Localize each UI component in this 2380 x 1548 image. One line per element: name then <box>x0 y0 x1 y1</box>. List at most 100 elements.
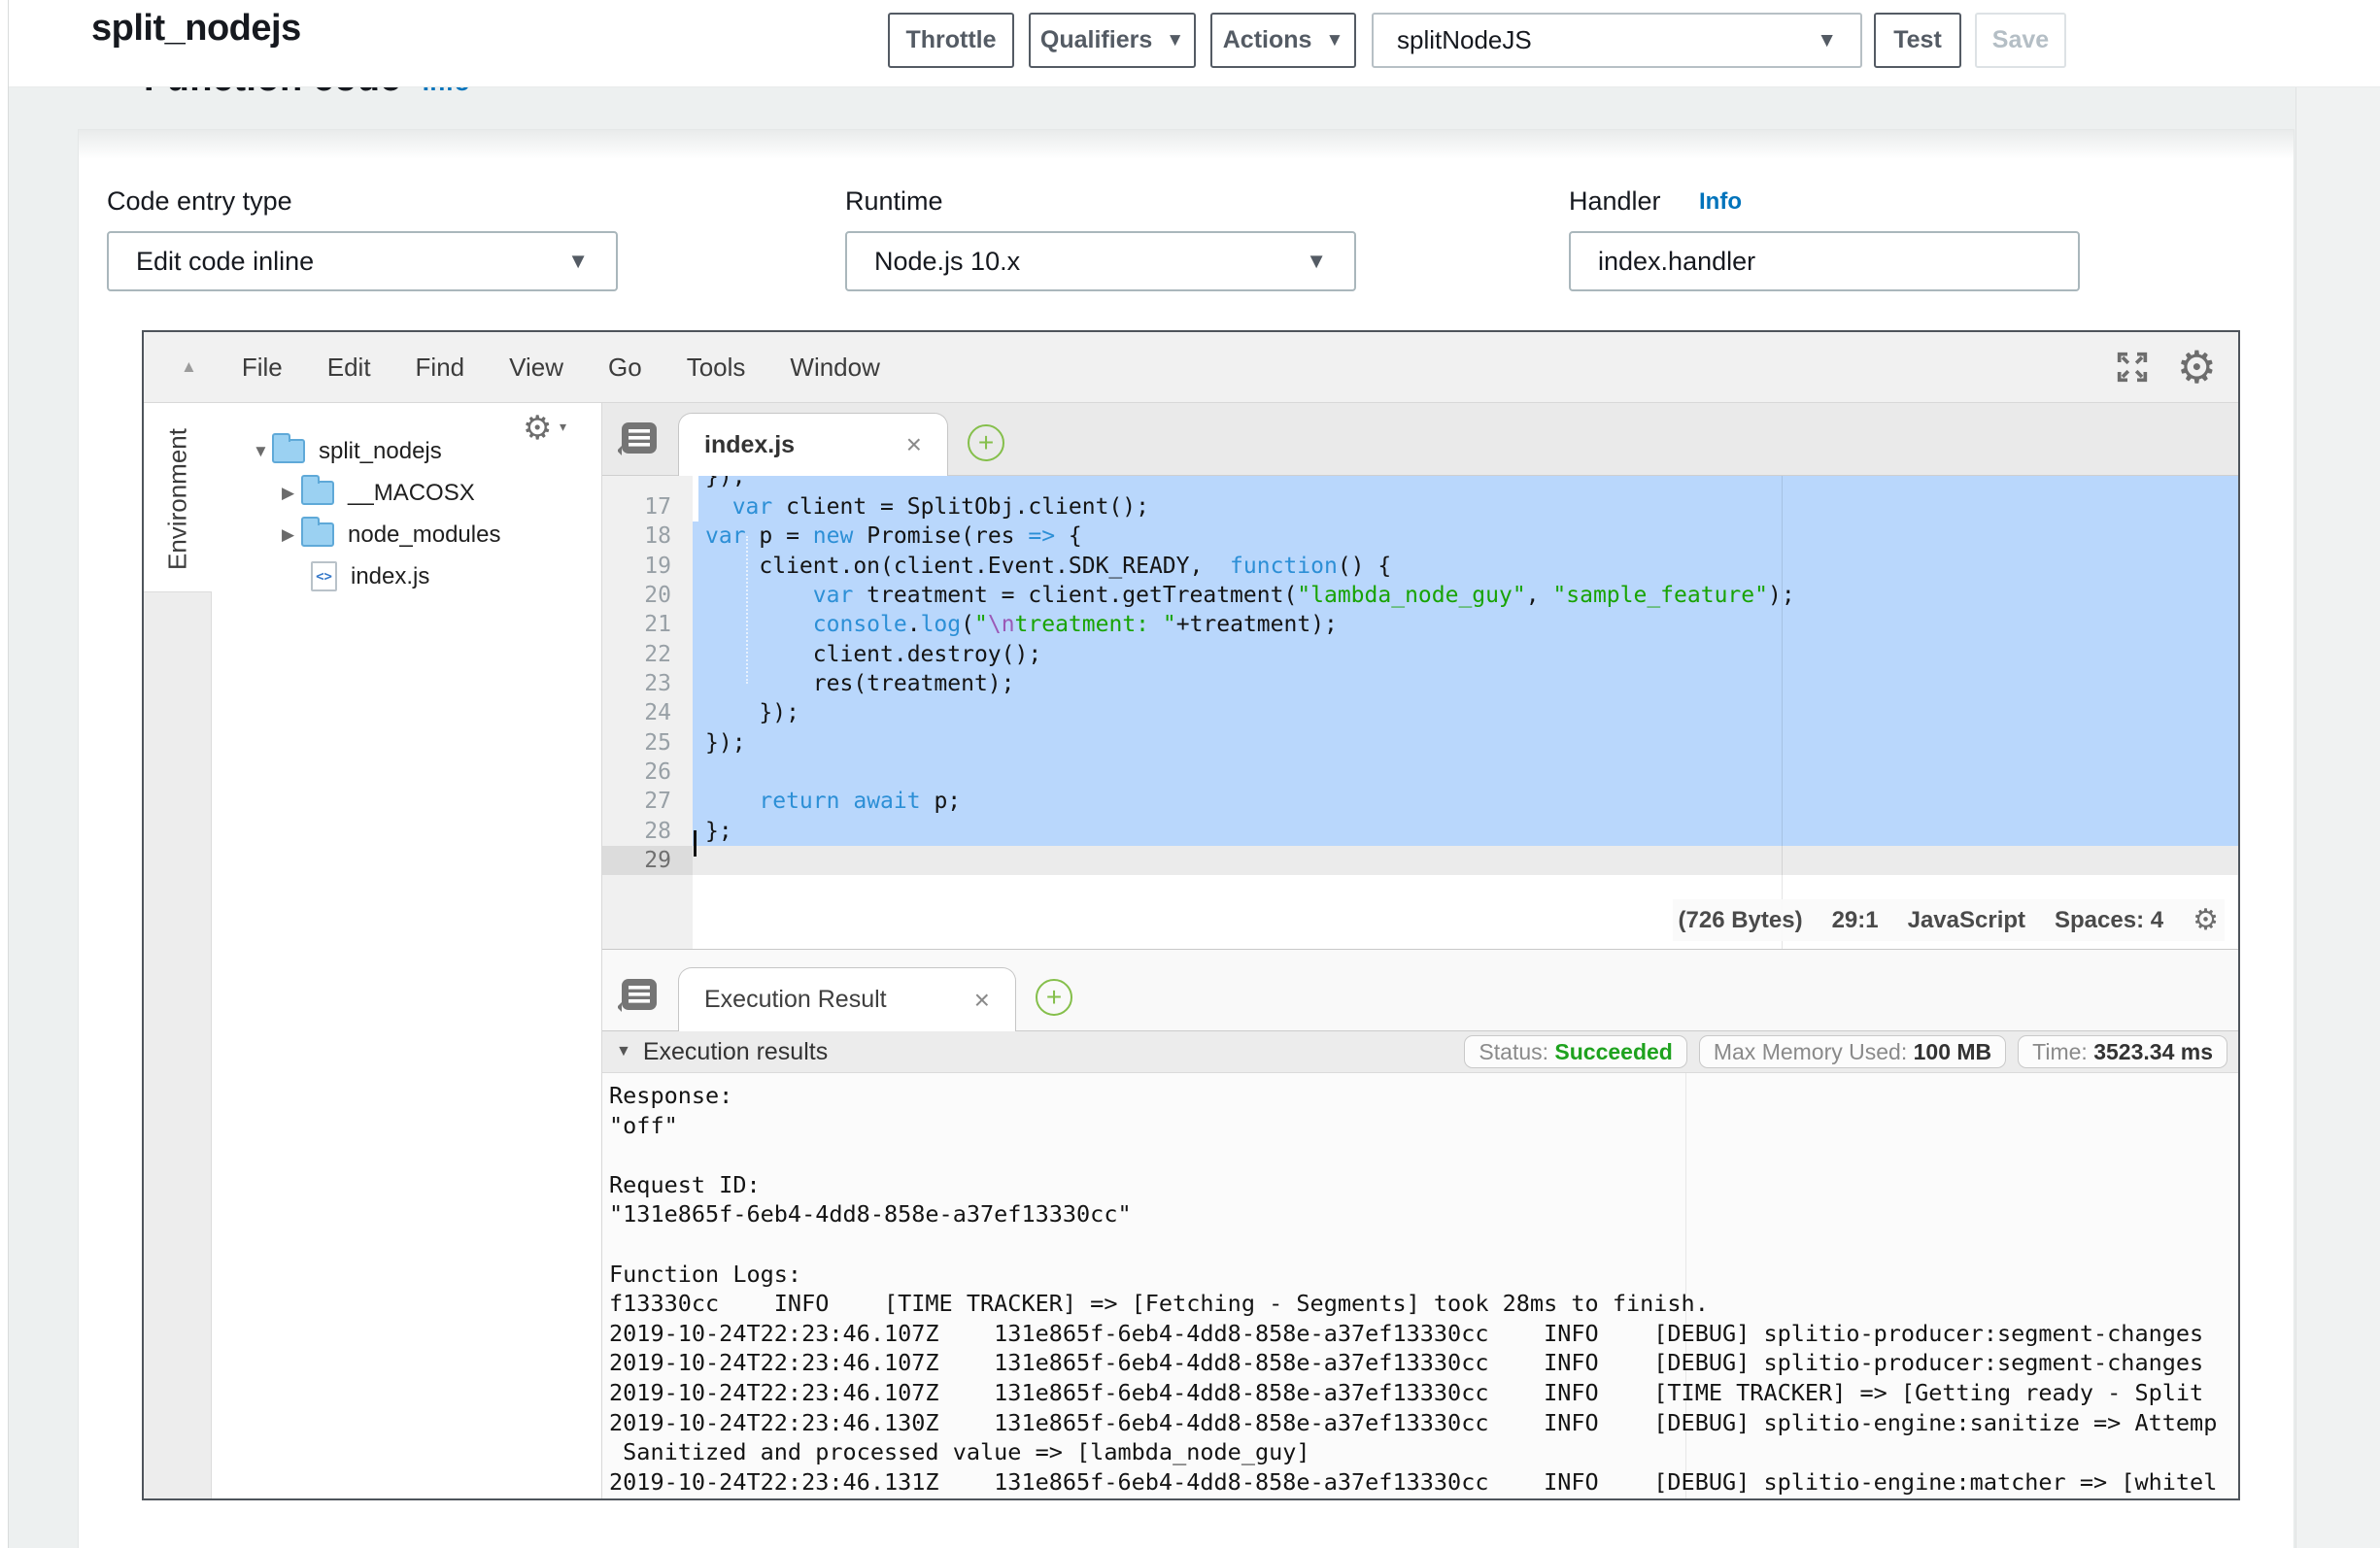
fullscreen-icon[interactable] <box>2113 348 2152 387</box>
code-line-18[interactable]: var p = new Promise(res => { <box>693 522 2238 551</box>
test-event-select[interactable]: splitNodeJS ▼ <box>1372 13 1862 68</box>
line-number: 26 <box>602 757 693 787</box>
selection-highlight <box>693 728 2238 757</box>
caret-right-icon[interactable]: ▶ <box>282 525 301 545</box>
code-line-22[interactable]: client.destroy(); <box>693 640 2238 669</box>
chevron-down-icon: ▼ <box>1166 30 1184 51</box>
handler-input[interactable]: index.handler <box>1569 231 2080 291</box>
qualifiers-dropdown-button[interactable]: Qualifiers ▼ <box>1029 13 1196 68</box>
function-header: split_nodejs Throttle Qualifiers ▼ Actio… <box>9 0 2380 87</box>
code-line-28[interactable]: }; <box>693 817 2238 846</box>
line-number: 18 <box>602 522 693 551</box>
code-line-23[interactable]: res(treatment); <box>693 669 2238 698</box>
code-line-17[interactable]: var client = SplitObj.client(); <box>693 492 2238 522</box>
caret-down-icon[interactable]: ▼ <box>253 442 272 461</box>
chevron-down-icon: ▼ <box>1325 30 1343 51</box>
menu-go[interactable]: Go <box>608 353 642 382</box>
page-title: split_nodejs <box>91 8 301 50</box>
execution-results-title: Execution results <box>643 1038 828 1066</box>
code-line-25[interactable]: }); <box>693 728 2238 757</box>
page-right-margin <box>2295 87 2380 1548</box>
editor-statusbar: (726 Bytes) 29:1 JavaScript Spaces: 4 ⚙ <box>1673 899 2226 941</box>
file-size: (726 Bytes) <box>1679 907 1803 934</box>
new-tab-icon[interactable]: + <box>1036 979 1072 1016</box>
js-file-icon: <> <box>311 561 337 591</box>
line-number: 17 <box>602 492 693 522</box>
handler-label: Handler <box>1569 186 1661 217</box>
code-line-21[interactable]: console.log("\ntreatment: "+treatment); <box>693 610 2238 639</box>
panes-icon[interactable] <box>618 421 659 457</box>
status-gear-icon[interactable]: ⚙ <box>2193 903 2219 937</box>
code-entry-type-select[interactable]: Edit code inline ▼ <box>107 231 618 291</box>
time-badge: Time: 3523.34 ms <box>2018 1035 2227 1068</box>
caret-right-icon[interactable]: ▶ <box>282 484 301 503</box>
execution-results-header: ▼ Execution results Status: Succeeded Ma… <box>602 1031 2238 1073</box>
code-lines[interactable]: }); var client = SplitObj.client();var p… <box>693 476 2238 950</box>
handler-info-link[interactable]: Info <box>1699 188 1742 216</box>
folder-icon <box>301 522 334 547</box>
environment-tab[interactable]: Environment <box>144 403 212 592</box>
selection-highlight <box>693 817 2238 846</box>
clipped-section-heading: Function code Info <box>144 87 1018 99</box>
memory-badge: Max Memory Used: 100 MB <box>1699 1035 2006 1068</box>
tree-settings-gear-icon[interactable]: ⚙ <box>523 409 552 448</box>
menu-edit[interactable]: Edit <box>327 353 371 382</box>
tree-item-node_modules[interactable]: ▶node_modules <box>212 514 601 555</box>
code-editing-area[interactable]: 17181920212223242526272829 }); var clien… <box>602 476 2238 950</box>
text-cursor <box>694 830 697 857</box>
menu-tools[interactable]: Tools <box>687 353 746 382</box>
code-line-27[interactable]: return await p; <box>693 787 2238 816</box>
runtime-select[interactable]: Node.js 10.x ▼ <box>845 231 1356 291</box>
selection-highlight <box>693 757 2238 787</box>
collapse-menubar-icon[interactable]: ▲ <box>181 357 197 377</box>
selection-highlight <box>693 698 2238 727</box>
line-number: 25 <box>602 728 693 757</box>
lambda-console-page: split_nodejs Throttle Qualifiers ▼ Actio… <box>0 0 2380 1548</box>
line-number: 29 <box>602 846 693 875</box>
code-line-29[interactable] <box>693 846 2238 875</box>
code-line-24[interactable]: }); <box>693 698 2238 727</box>
code-line-26[interactable] <box>693 757 2238 787</box>
code-line-partial[interactable]: }); <box>693 476 2238 492</box>
line-number: 24 <box>602 698 693 727</box>
code-line-20[interactable]: var treatment = client.getTreatment("lam… <box>693 581 2238 610</box>
caret-down-icon[interactable]: ▼ <box>616 1043 631 1060</box>
menu-find[interactable]: Find <box>416 353 465 382</box>
menu-file[interactable]: File <box>242 353 283 382</box>
code-entry-type-label: Code entry type <box>107 186 292 217</box>
menu-window[interactable]: Window <box>790 353 879 382</box>
line-number <box>602 476 693 492</box>
chevron-down-icon: ▼ <box>1306 249 1327 274</box>
line-number: 23 <box>602 669 693 698</box>
menubar-items: File Edit Find View Go Tools Window <box>197 353 880 383</box>
tab-execution-result[interactable]: Execution Result × <box>678 967 1016 1031</box>
print-margin <box>1782 476 1783 950</box>
test-button[interactable]: Test <box>1874 13 1961 68</box>
language-mode[interactable]: JavaScript <box>1908 907 2025 934</box>
menu-view[interactable]: View <box>509 353 563 382</box>
card-top-shade <box>79 130 2294 159</box>
line-number: 28 <box>602 817 693 846</box>
line-number: 19 <box>602 552 693 581</box>
new-tab-icon[interactable]: + <box>968 424 1004 461</box>
cloud9-editor: ▲ File Edit Find View Go Tools Window ⚙ Enviro… <box>142 330 2240 1500</box>
close-tab-icon[interactable]: × <box>906 429 922 460</box>
close-tab-icon[interactable]: × <box>974 985 990 1016</box>
file-tree: ▼ split_nodejs ⚙ ▾ ▶__MACOSX▶node_module… <box>212 403 602 1498</box>
chevron-down-icon: ▼ <box>1817 29 1837 52</box>
panes-icon[interactable] <box>618 977 659 1014</box>
line-number: 20 <box>602 581 693 610</box>
editor-settings-gear-icon[interactable]: ⚙ <box>2177 345 2217 389</box>
chevron-down-icon: ▼ <box>567 249 589 274</box>
save-button-disabled[interactable]: Save <box>1975 13 2066 68</box>
code-line-19[interactable]: client.on(client.Event.SDK_READY, functi… <box>693 552 2238 581</box>
indent-setting[interactable]: Spaces: 4 <box>2055 907 2163 934</box>
throttle-button[interactable]: Throttle <box>888 13 1014 68</box>
tab-indexjs[interactable]: index.js × <box>678 413 948 476</box>
tree-item-indexjs[interactable]: <> index.js <box>212 555 601 597</box>
line-number: 21 <box>602 610 693 639</box>
execution-log-area: Response: "off" Request ID: "131e865f-6e… <box>602 1073 2238 1498</box>
actions-dropdown-button[interactable]: Actions ▼ <box>1210 13 1356 68</box>
tree-item-__macosx[interactable]: ▶__MACOSX <box>212 472 601 514</box>
editor-menubar: ▲ File Edit Find View Go Tools Window ⚙ <box>144 332 2238 403</box>
